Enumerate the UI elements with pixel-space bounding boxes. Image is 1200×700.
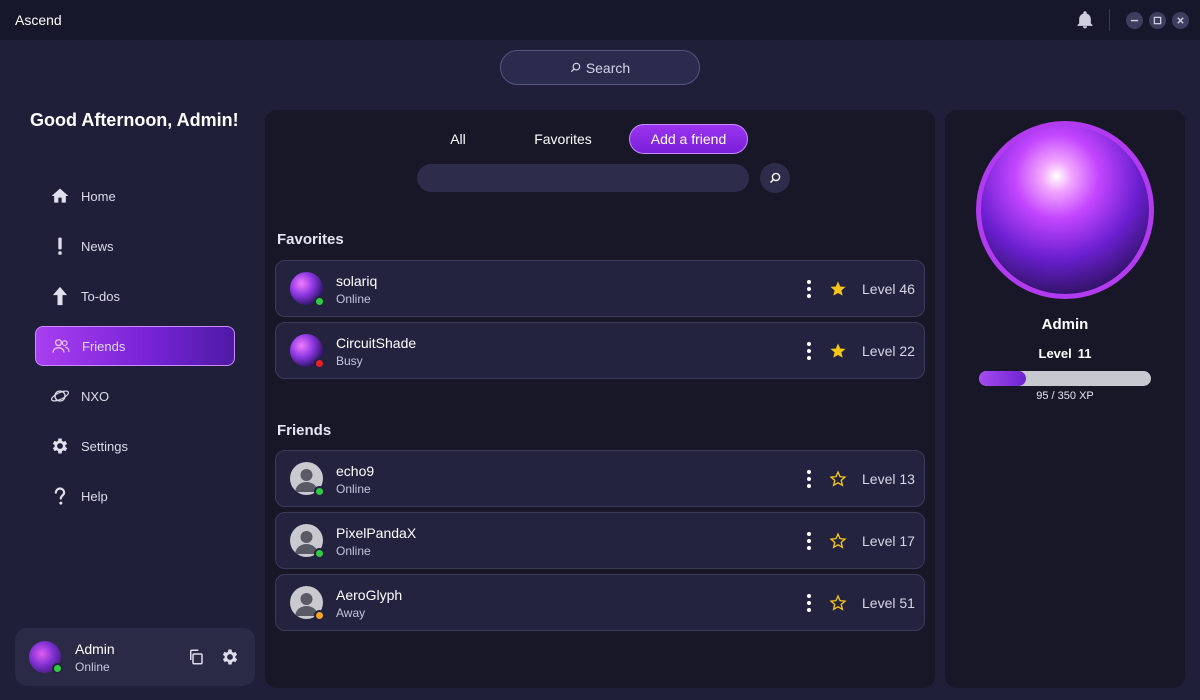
friend-status: Away [336,606,366,620]
sidebar-item-label: Friends [82,338,126,354]
list-item[interactable]: echo9 Online Level 13 [275,450,925,507]
status-dot [314,358,325,369]
star-outline-icon[interactable] [829,532,847,550]
friend-search-button[interactable] [760,163,790,193]
sidebar-item-label: Settings [81,438,128,454]
friend-name: CircuitShade [336,335,417,351]
tab-add-friend[interactable]: Add a friend [629,124,748,154]
profile-level-label: Level [1038,346,1072,361]
friend-level: Level 17 [862,533,915,549]
close-button[interactable] [1172,12,1189,29]
friend-name: echo9 [336,463,375,479]
more-vertical-icon[interactable] [801,279,817,299]
friend-name: PixelPandaX [336,525,417,541]
arrow-up-icon [49,285,71,307]
exclamation-icon [49,235,71,257]
sidebar-item-label: To-dos [81,288,121,304]
question-icon [49,485,71,507]
friend-status: Online [336,482,371,496]
friend-level: Level 46 [862,281,915,297]
app-title: Ascend [15,12,62,28]
sidebar-item-label: Help [81,488,108,504]
sidebar-item-label: Home [81,188,116,204]
list-item[interactable]: CircuitShade Busy Level 22 [275,322,925,379]
global-search-button[interactable]: Search [500,50,700,85]
tab-all[interactable]: All [428,124,488,154]
gear-icon[interactable] [220,647,240,667]
friend-status: Online [336,292,371,306]
status-dot [314,486,325,497]
favorites-section-title: Favorites [277,231,344,248]
planet-icon [49,385,71,407]
sidebar-item-friends[interactable]: Friends [35,326,235,366]
sidebar-item-home[interactable]: Home [35,176,235,216]
user-status: Online [75,660,110,674]
online-status-dot [52,663,63,674]
star-outline-icon[interactable] [829,594,847,612]
list-item[interactable]: PixelPandaX Online Level 17 [275,512,925,569]
close-icon [1177,17,1184,24]
sidebar-item-help[interactable]: Help [35,476,235,516]
home-icon [49,185,71,207]
sidebar-item-label: News [81,238,114,254]
friend-status: Online [336,544,371,558]
profile-level: Level 11 [945,346,1185,361]
more-vertical-icon[interactable] [801,531,817,551]
gear-icon [49,435,71,457]
profile-avatar[interactable] [976,121,1154,299]
copy-icon[interactable] [187,648,205,666]
friend-level: Level 22 [862,343,915,359]
status-dot [314,296,325,307]
user-card: Admin Online [15,628,255,686]
sidebar-item-settings[interactable]: Settings [35,426,235,466]
minimize-icon [1130,19,1139,22]
star-outline-icon[interactable] [829,470,847,488]
xp-text: 95 / 350 XP [1036,390,1094,402]
xp-progress-bar [979,371,1151,386]
sidebar-item-news[interactable]: News [35,226,235,266]
star-filled-icon[interactable] [829,280,847,298]
friend-name: solariq [336,273,378,289]
titlebar-divider [1109,9,1110,31]
sidebar-item-label: NXO [81,388,110,404]
more-vertical-icon[interactable] [801,469,817,489]
minimize-button[interactable] [1126,12,1143,29]
more-vertical-icon[interactable] [801,341,817,361]
search-icon [769,172,781,184]
friend-level: Level 51 [862,595,915,611]
bell-icon[interactable] [1075,10,1095,30]
title-bar: Ascend [0,0,1200,40]
list-item[interactable]: solariq Online Level 46 [275,260,925,317]
users-icon [50,335,72,357]
maximize-icon [1153,16,1162,25]
maximize-button[interactable] [1149,12,1166,29]
profile-level-value: 11 [1077,346,1092,361]
sidebar-item-todos[interactable]: To-dos [35,276,235,316]
tab-favorites[interactable]: Favorites [518,124,608,154]
xp-progress-fill [979,371,1026,386]
more-vertical-icon[interactable] [801,593,817,613]
star-filled-icon[interactable] [829,342,847,360]
search-label: Search [585,59,631,76]
friend-level: Level 13 [862,471,915,487]
friend-status: Busy [336,354,363,368]
greeting-text: Good Afternoon, Admin! [30,110,239,130]
search-icon [570,62,581,73]
sidebar-item-nxo[interactable]: NXO [35,376,235,416]
friend-name: AeroGlyph [336,587,403,603]
status-dot [314,610,325,621]
status-dot [314,548,325,559]
friends-section-title: Friends [277,422,332,439]
list-item[interactable]: AeroGlyph Away Level 51 [275,574,925,631]
friend-search-input[interactable] [417,164,749,192]
user-name: Admin [75,641,115,657]
profile-name: Admin [1041,316,1089,333]
